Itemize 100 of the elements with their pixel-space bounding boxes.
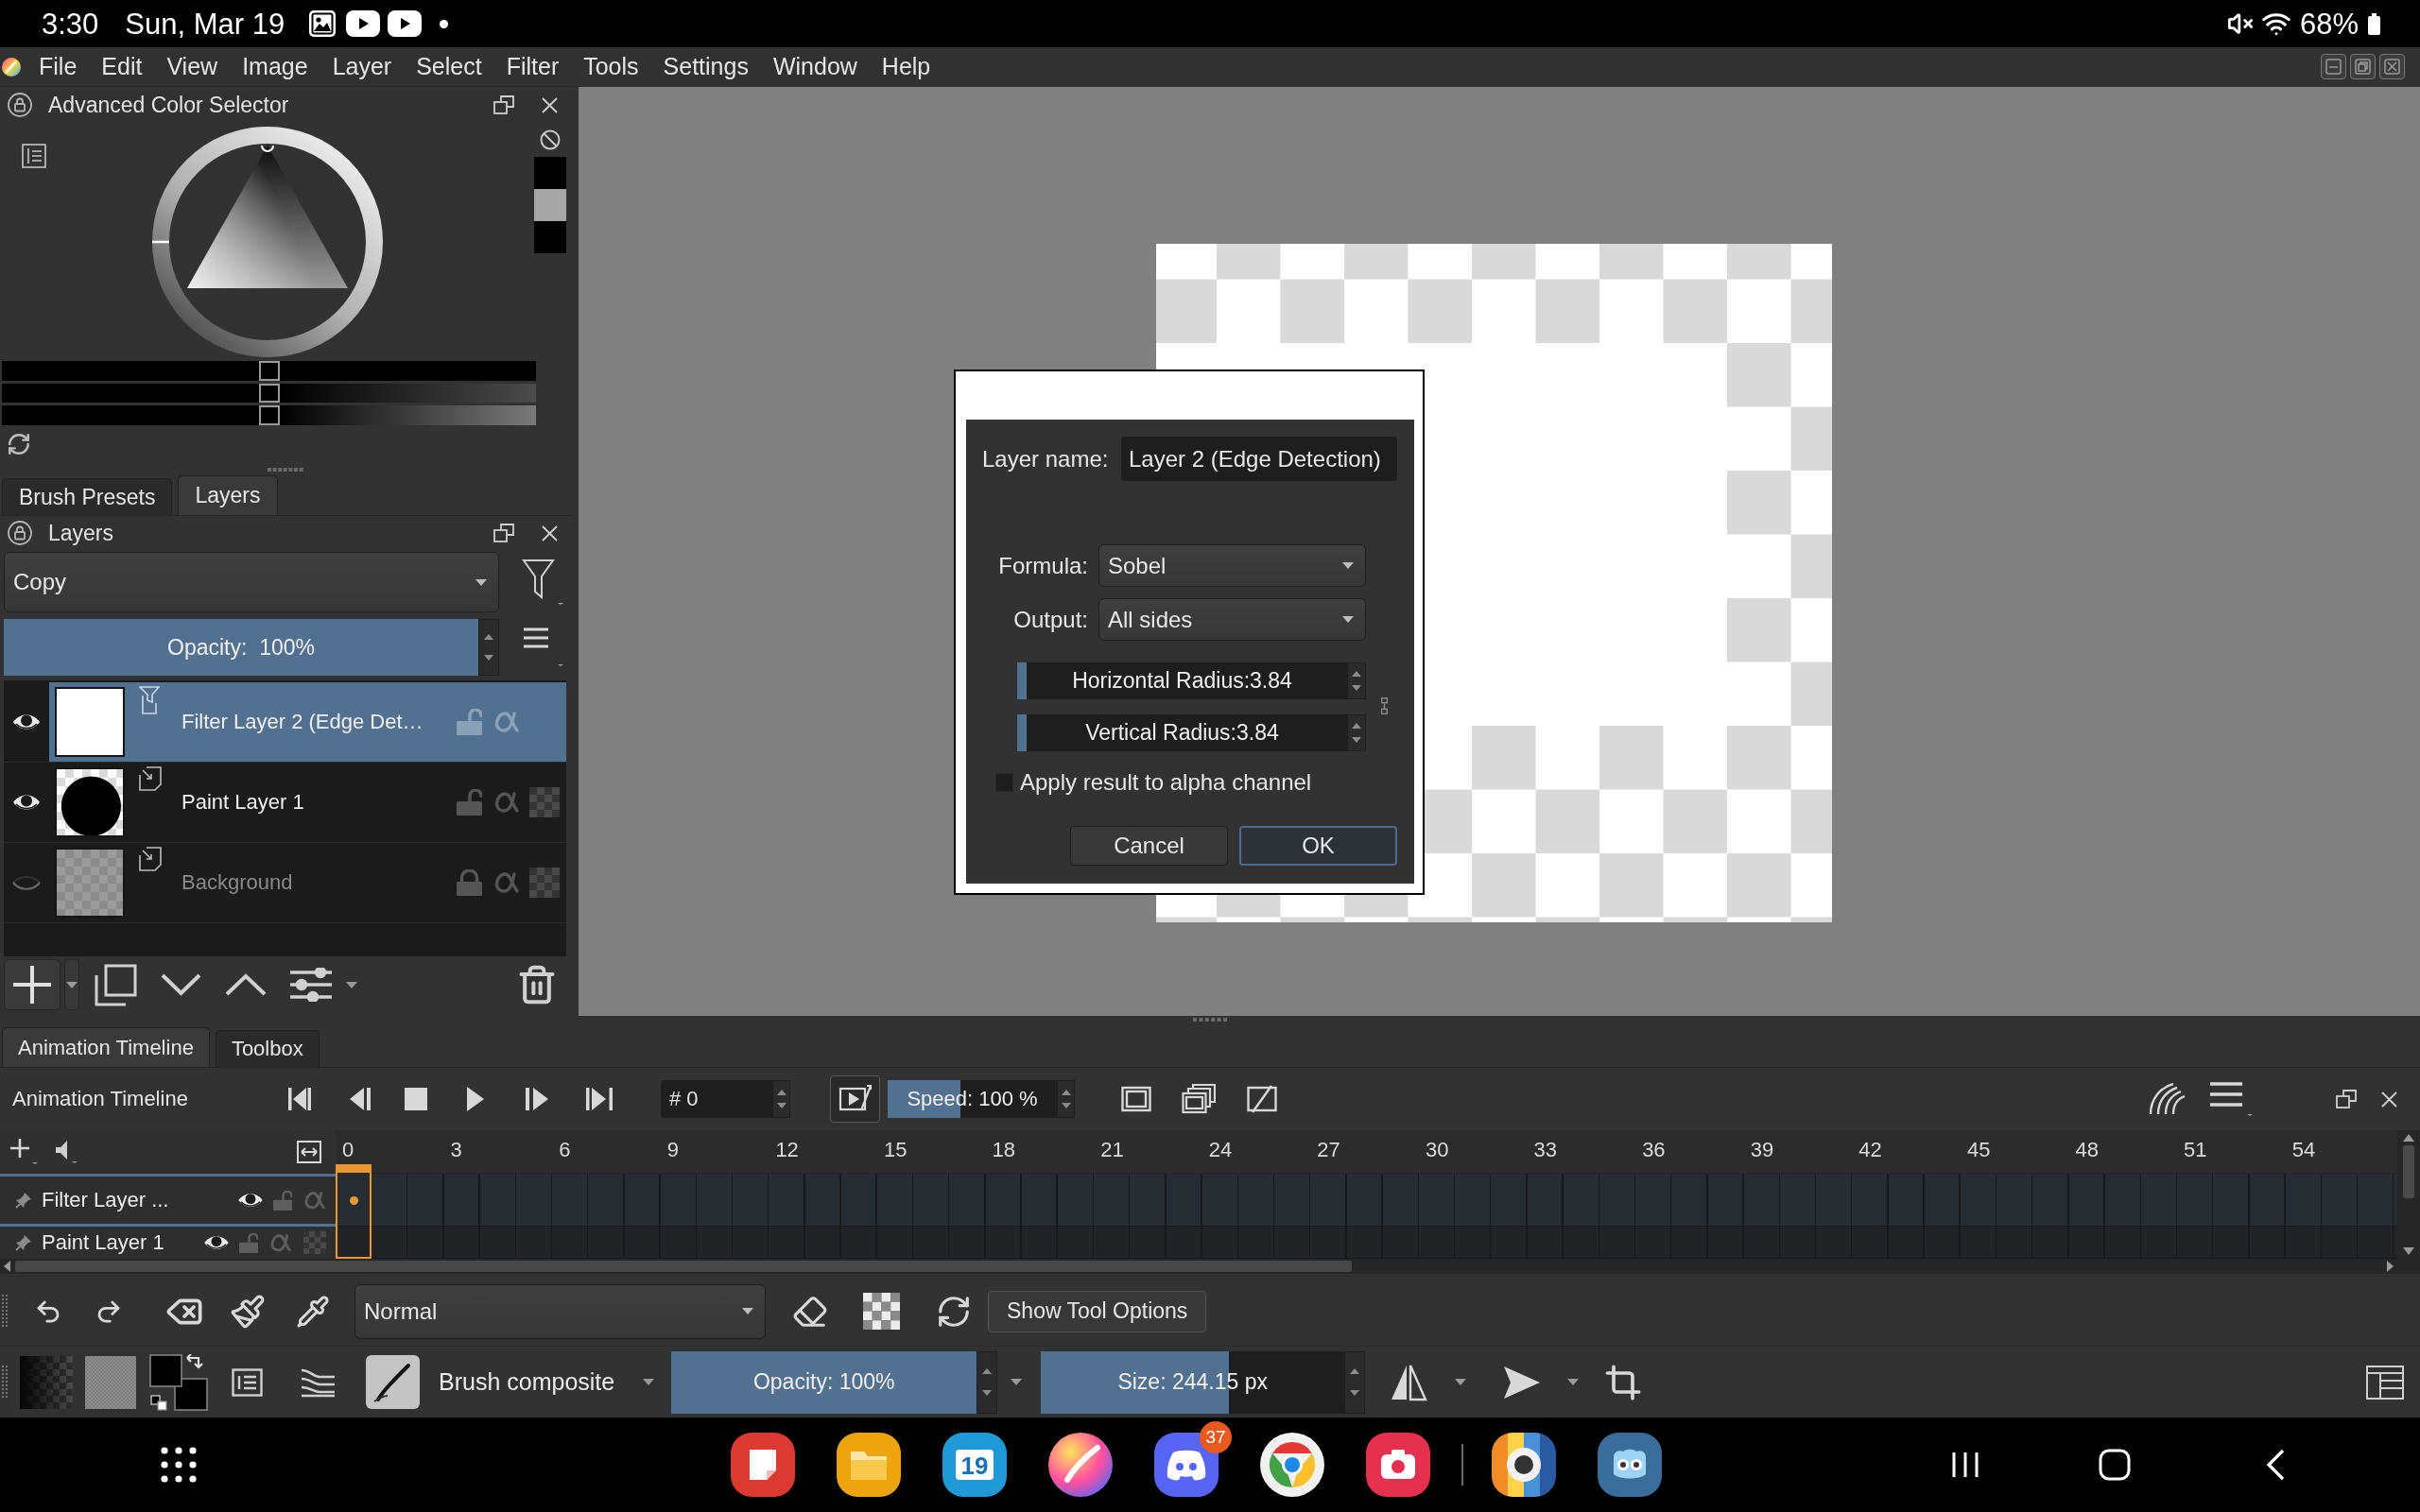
back-icon[interactable] (2266, 1449, 2285, 1481)
home-icon[interactable] (2099, 1449, 2131, 1481)
app-logo-icon[interactable] (2, 57, 21, 77)
menu-item[interactable]: Filter (493, 53, 572, 80)
spin-down-icon[interactable] (1352, 684, 1361, 691)
ring-app-icon[interactable] (1492, 1433, 1556, 1497)
menu-item[interactable]: Help (869, 53, 943, 80)
spin-down-icon[interactable] (1350, 1390, 1360, 1397)
spin-up-icon[interactable] (1352, 723, 1361, 730)
layer-row[interactable]: Background (49, 843, 566, 922)
blend-mode-dropdown[interactable]: Copy (4, 552, 499, 612)
menu-item[interactable]: Settings (650, 53, 761, 80)
menu-item[interactable]: Layer (320, 53, 405, 80)
menu-icon[interactable] (2210, 1080, 2253, 1118)
spin-buttons[interactable] (1347, 714, 1366, 751)
color-slider[interactable] (2, 361, 536, 381)
first-frame-icon[interactable] (288, 1086, 311, 1112)
list-icon[interactable] (22, 144, 46, 168)
chevron-down-icon[interactable] (161, 972, 201, 997)
caret-icon[interactable] (643, 1379, 655, 1385)
ban-icon[interactable] (540, 129, 561, 150)
previous-keyframe-icon[interactable] (350, 1086, 371, 1112)
padlock-icon[interactable] (8, 93, 32, 117)
slashed-frame-icon[interactable] (1247, 1085, 1277, 1113)
sliders-icon[interactable] (290, 968, 332, 1002)
spin-buttons[interactable] (1057, 1080, 1075, 1118)
slider-handle[interactable] (258, 383, 280, 404)
spin-up-icon[interactable] (776, 1089, 786, 1095)
panel-tab[interactable]: Brush Presets (2, 478, 173, 515)
color-swatch[interactable] (534, 157, 566, 189)
keyframe-icon[interactable] (349, 1195, 358, 1205)
spin-up-icon[interactable] (1061, 1089, 1071, 1095)
chain-link-icon[interactable] (1381, 697, 1388, 714)
spin-down-icon[interactable] (776, 1103, 786, 1109)
caret-icon[interactable] (1011, 1379, 1023, 1385)
caret-icon[interactable] (1455, 1379, 1467, 1385)
checker-icon[interactable] (529, 868, 560, 898)
paintbrush-icon[interactable] (230, 1293, 266, 1330)
slider-handle[interactable] (258, 405, 280, 425)
resize-grip-icon[interactable] (1193, 1018, 1227, 1022)
dialog-button[interactable]: OK (1239, 826, 1397, 866)
close-icon[interactable] (542, 524, 558, 541)
caret-icon[interactable] (1567, 1379, 1580, 1385)
checker-icon[interactable] (303, 1231, 326, 1254)
app-grid-icon[interactable] (161, 1447, 197, 1483)
spin-down-icon[interactable] (982, 1390, 993, 1397)
float-icon[interactable] (493, 524, 514, 542)
scroll-down-icon[interactable] (2403, 1247, 2414, 1255)
brush-preset-thumbnail[interactable] (366, 1355, 420, 1409)
add-layer-button[interactable] (4, 959, 60, 1010)
menu-item[interactable]: File (26, 53, 90, 80)
panel-tab[interactable]: Animation Timeline (2, 1027, 210, 1067)
restore-button[interactable] (2350, 54, 2376, 79)
next-keyframe-icon[interactable] (526, 1086, 548, 1112)
last-frame-icon[interactable] (586, 1086, 613, 1112)
padlock-icon[interactable] (8, 521, 32, 545)
spin-buttons[interactable] (1347, 662, 1366, 699)
spin-up-icon[interactable] (1352, 671, 1361, 678)
caret-icon[interactable] (1342, 562, 1354, 569)
opacity-slider[interactable]: Opacity: 100% (4, 619, 478, 676)
float-icon[interactable] (2336, 1090, 2357, 1108)
opacity-slider[interactable]: Opacity: 100% (671, 1350, 977, 1414)
spin-up-icon[interactable] (982, 1367, 993, 1374)
eye-icon[interactable] (236, 1191, 264, 1210)
close-icon[interactable] (542, 96, 558, 113)
eyedropper-icon[interactable] (296, 1294, 330, 1329)
radius-slider[interactable]: Horizontal Radius:3.84 (1017, 662, 1347, 699)
panel-tab[interactable]: Layers (178, 475, 278, 515)
radius-slider[interactable]: Vertical Radius:3.84 (1017, 714, 1347, 751)
plus-icon[interactable] (9, 1137, 38, 1166)
caret-icon[interactable] (66, 981, 78, 988)
grip-icon[interactable] (2, 1365, 8, 1400)
close-button[interactable] (2379, 54, 2405, 79)
spin-buttons[interactable] (772, 1080, 790, 1118)
caret-icon[interactable] (475, 578, 487, 586)
layer-name-field[interactable]: Layer 2 (Edge Detection) (1121, 437, 1397, 481)
pin-icon[interactable] (15, 1192, 32, 1209)
spin-up-icon[interactable] (484, 634, 493, 641)
color-swatch[interactable] (534, 221, 566, 253)
timeline-layer-row[interactable]: Filter Layer ... (0, 1174, 336, 1227)
recents-icon[interactable] (1951, 1451, 1979, 1479)
color-swatch[interactable] (534, 189, 566, 221)
slider-handle[interactable] (258, 361, 280, 381)
checker-icon[interactable] (863, 1293, 900, 1330)
menu-item[interactable]: Image (230, 53, 320, 80)
layer-row[interactable]: Paint Layer 1 (49, 763, 566, 842)
fit-width-icon[interactable] (297, 1140, 321, 1163)
close-icon[interactable] (2381, 1091, 2397, 1108)
calendar-app-icon[interactable]: 19 (942, 1433, 1007, 1497)
spin-up-icon[interactable] (1350, 1367, 1360, 1374)
triangle-arrow-icon[interactable] (1503, 1365, 1542, 1400)
menu-item[interactable]: Edit (89, 53, 155, 80)
checker-icon[interactable] (529, 787, 560, 817)
menu-item[interactable]: Tools (571, 53, 651, 80)
menu-item[interactable]: Select (404, 53, 494, 80)
menu-item[interactable]: Window (760, 53, 870, 80)
caret-icon[interactable] (1342, 616, 1354, 623)
pattern-swatch[interactable] (85, 1355, 136, 1409)
caret-icon[interactable] (742, 1308, 753, 1314)
menu-item[interactable]: View (154, 53, 231, 80)
